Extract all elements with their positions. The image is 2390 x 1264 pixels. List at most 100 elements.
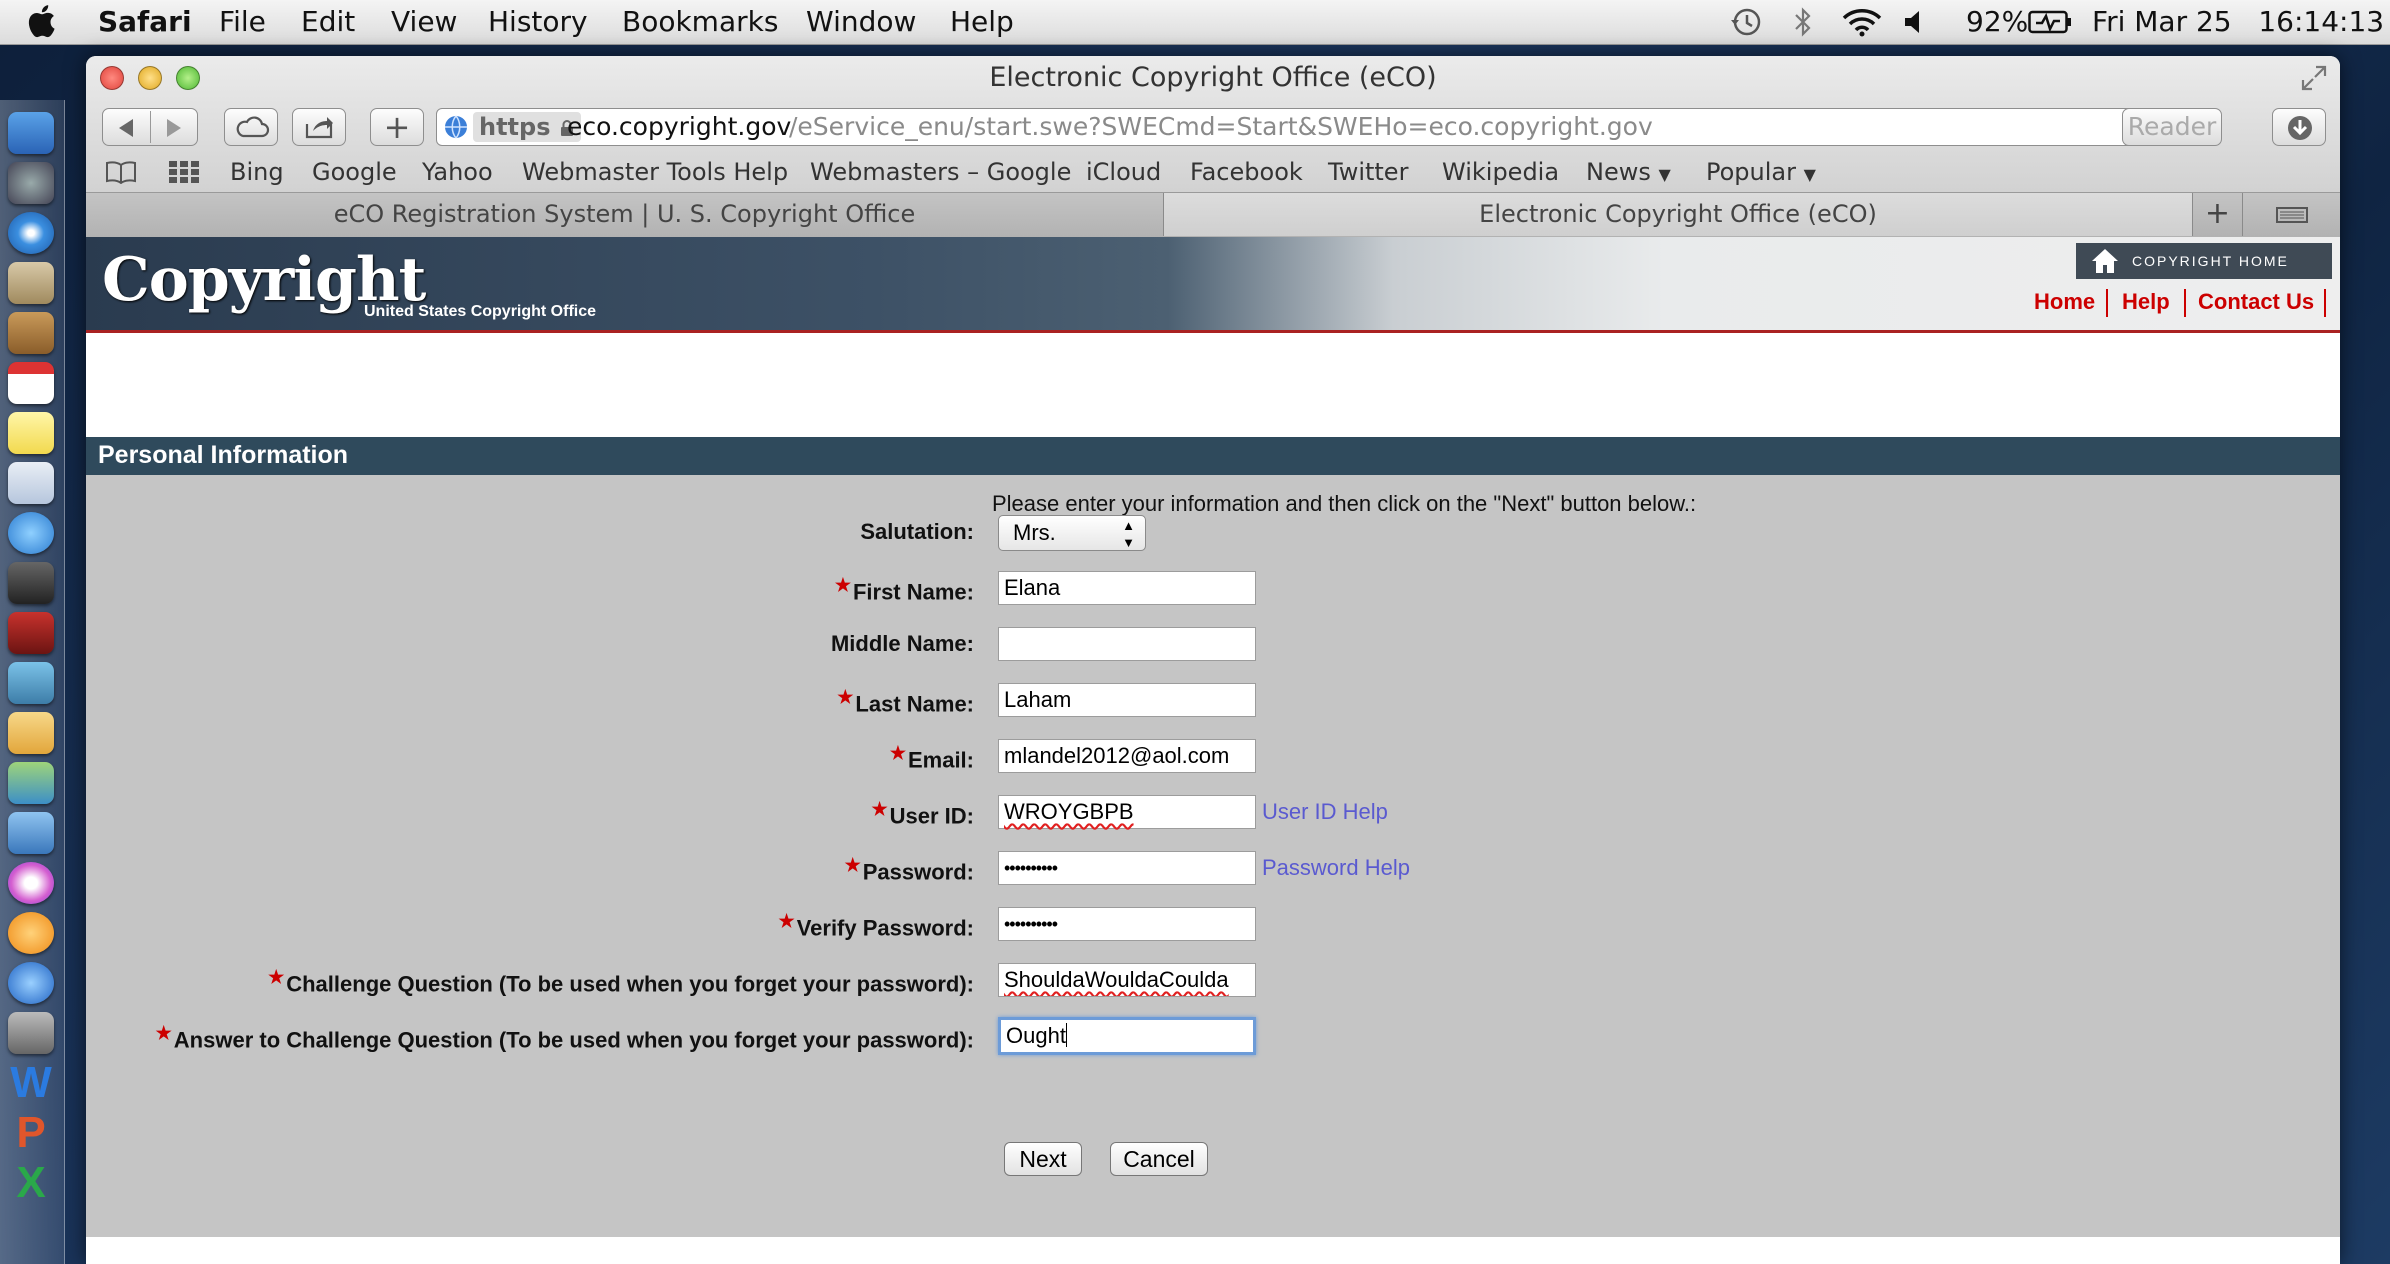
user-id-label-text: User ID: <box>889 803 974 829</box>
middle-name-field[interactable] <box>998 627 1256 661</box>
challenge-question-value: ShouldaWouldaCoulda <box>1004 967 1229 992</box>
tab-electronic-copyright-office[interactable]: Electronic Copyright Office (eCO) <box>1164 193 2192 236</box>
bookmark-webmaster-tools-help[interactable]: Webmaster Tools Help <box>522 156 788 188</box>
numbers-icon[interactable] <box>8 762 54 804</box>
bookmark-popular[interactable]: Popular ▼ <box>1706 156 1816 191</box>
system-preferences-icon[interactable] <box>8 1012 54 1054</box>
calendar-icon[interactable] <box>8 362 54 404</box>
itunes-icon[interactable] <box>8 862 54 904</box>
menu-help[interactable]: Help <box>950 5 1014 39</box>
nav-home-link[interactable]: Home <box>2034 289 2095 315</box>
menu-file[interactable]: File <box>219 5 266 39</box>
reader-button[interactable]: Reader <box>2122 108 2222 146</box>
downloads-button[interactable] <box>2272 108 2326 146</box>
bookmark-twitter[interactable]: Twitter <box>1328 156 1408 188</box>
challenge-question-label: ★Challenge Question (To be used when you… <box>268 967 974 997</box>
address-bar[interactable]: https eco.copyright.gov /eService_enu/st… <box>436 108 2206 146</box>
bookmark-yahoo[interactable]: Yahoo <box>422 156 493 188</box>
battery-percent[interactable]: 92% <box>1966 5 2028 39</box>
menu-app-name[interactable]: Safari <box>98 5 192 39</box>
menu-bookmarks[interactable]: Bookmarks <box>622 5 778 39</box>
menu-edit[interactable]: Edit <box>301 5 355 39</box>
bookmark-bing[interactable]: Bing <box>230 156 284 188</box>
user-id-help-link[interactable]: User ID Help <box>1262 799 1388 825</box>
apple-icon[interactable] <box>26 4 56 38</box>
battery-icon[interactable] <box>2028 10 2072 34</box>
menu-window[interactable]: Window <box>806 5 916 39</box>
facetime-icon[interactable] <box>8 562 54 604</box>
tab-bar: eCO Registration System | U. S. Copyrigh… <box>86 192 2340 238</box>
contacts-icon[interactable] <box>8 312 54 354</box>
window-toolbar: Electronic Copyright Office (eCO) + http… <box>86 56 2340 192</box>
reading-list-icon[interactable] <box>104 160 138 184</box>
volume-icon[interactable] <box>1902 8 1930 36</box>
bookmark-webmasters-google[interactable]: Webmasters – Google <box>810 156 1071 188</box>
notes-icon[interactable] <box>8 412 54 454</box>
bookmark-facebook[interactable]: Facebook <box>1190 156 1303 188</box>
finder-icon[interactable] <box>8 112 54 154</box>
web-page: Copyright United States Copyright Office… <box>86 237 2340 1264</box>
forward-icon[interactable] <box>159 117 187 139</box>
first-name-label: ★First Name: <box>835 575 974 605</box>
messages-icon[interactable] <box>8 512 54 554</box>
app-store-icon[interactable] <box>8 962 54 1004</box>
form-instruction: Please enter your information and then c… <box>992 491 1697 516</box>
password-label: ★Password: <box>845 855 974 885</box>
bookmark-google[interactable]: Google <box>312 156 397 188</box>
keynote-icon[interactable] <box>8 812 54 854</box>
bookmark-wikipedia[interactable]: Wikipedia <box>1442 156 1559 188</box>
fullscreen-icon[interactable] <box>2300 64 2328 92</box>
tab-overview-button[interactable] <box>2242 193 2340 236</box>
nav-contact-us-link[interactable]: Contact Us <box>2198 289 2314 315</box>
bluetooth-icon[interactable] <box>1792 6 1814 38</box>
password-label-text: Password: <box>862 859 974 885</box>
safari-icon[interactable] <box>8 212 54 254</box>
reminders-icon[interactable] <box>8 462 54 504</box>
tab-eco-registration[interactable]: eCO Registration System | U. S. Copyrigh… <box>86 193 1164 236</box>
powerpoint-icon[interactable]: P <box>8 1111 54 1155</box>
time-machine-icon[interactable] <box>1728 6 1764 38</box>
new-tab-button[interactable]: + <box>2192 193 2242 236</box>
share-button[interactable] <box>292 108 346 146</box>
home-icon <box>2092 249 2118 273</box>
pages-icon[interactable] <box>8 712 54 754</box>
safari-window: Electronic Copyright Office (eCO) + http… <box>86 56 2340 1264</box>
ibooks-icon[interactable] <box>8 912 54 954</box>
salutation-select[interactable]: Mrs. ▲ ▼ <box>998 515 1146 551</box>
challenge-question-field[interactable]: ShouldaWouldaCoulda <box>998 963 1256 997</box>
icloud-tabs-button[interactable] <box>224 108 278 146</box>
wifi-icon[interactable] <box>1840 6 1884 38</box>
salutation-value: Mrs. <box>1013 520 1056 545</box>
menu-view[interactable]: View <box>391 5 457 39</box>
menu-clock[interactable]: Fri Mar 25 16:14:13 <box>2092 5 2384 39</box>
next-button[interactable]: Next <box>1004 1142 1082 1176</box>
menu-history[interactable]: History <box>488 5 588 39</box>
excel-icon[interactable]: X <box>8 1161 54 1205</box>
mail-icon[interactable] <box>8 262 54 304</box>
required-star-icon: ★ <box>844 855 861 875</box>
email-field[interactable] <box>998 739 1256 773</box>
verify-password-value: •••••••••• <box>1004 914 1058 934</box>
back-icon[interactable] <box>113 117 141 139</box>
launchpad-icon[interactable] <box>8 162 54 204</box>
iphoto-icon[interactable] <box>8 662 54 704</box>
cancel-button[interactable]: Cancel <box>1110 1142 1208 1176</box>
user-id-field[interactable]: WROYGBPB <box>998 795 1256 829</box>
bookmark-icloud[interactable]: iCloud <box>1086 156 1161 188</box>
add-bookmark-button[interactable]: + <box>370 108 424 146</box>
first-name-field[interactable] <box>998 571 1256 605</box>
challenge-answer-field[interactable]: Ought <box>998 1017 1256 1055</box>
nav-separator <box>2184 289 2186 317</box>
top-sites-icon[interactable] <box>168 160 200 184</box>
copyright-home-button[interactable]: COPYRIGHT HOME <box>2076 243 2332 279</box>
verify-password-field[interactable]: •••••••••• <box>998 907 1256 941</box>
bookmark-news[interactable]: News ▼ <box>1586 156 1671 191</box>
password-help-link[interactable]: Password Help <box>1262 855 1410 881</box>
personal-information-form: Please enter your information and then c… <box>86 475 2340 1264</box>
last-name-field[interactable] <box>998 683 1256 717</box>
photo-booth-icon[interactable] <box>8 612 54 654</box>
password-field[interactable]: •••••••••• <box>998 851 1256 885</box>
nav-help-link[interactable]: Help <box>2122 289 2170 315</box>
word-icon[interactable]: W <box>8 1061 54 1105</box>
site-header: Copyright United States Copyright Office… <box>86 237 2340 333</box>
